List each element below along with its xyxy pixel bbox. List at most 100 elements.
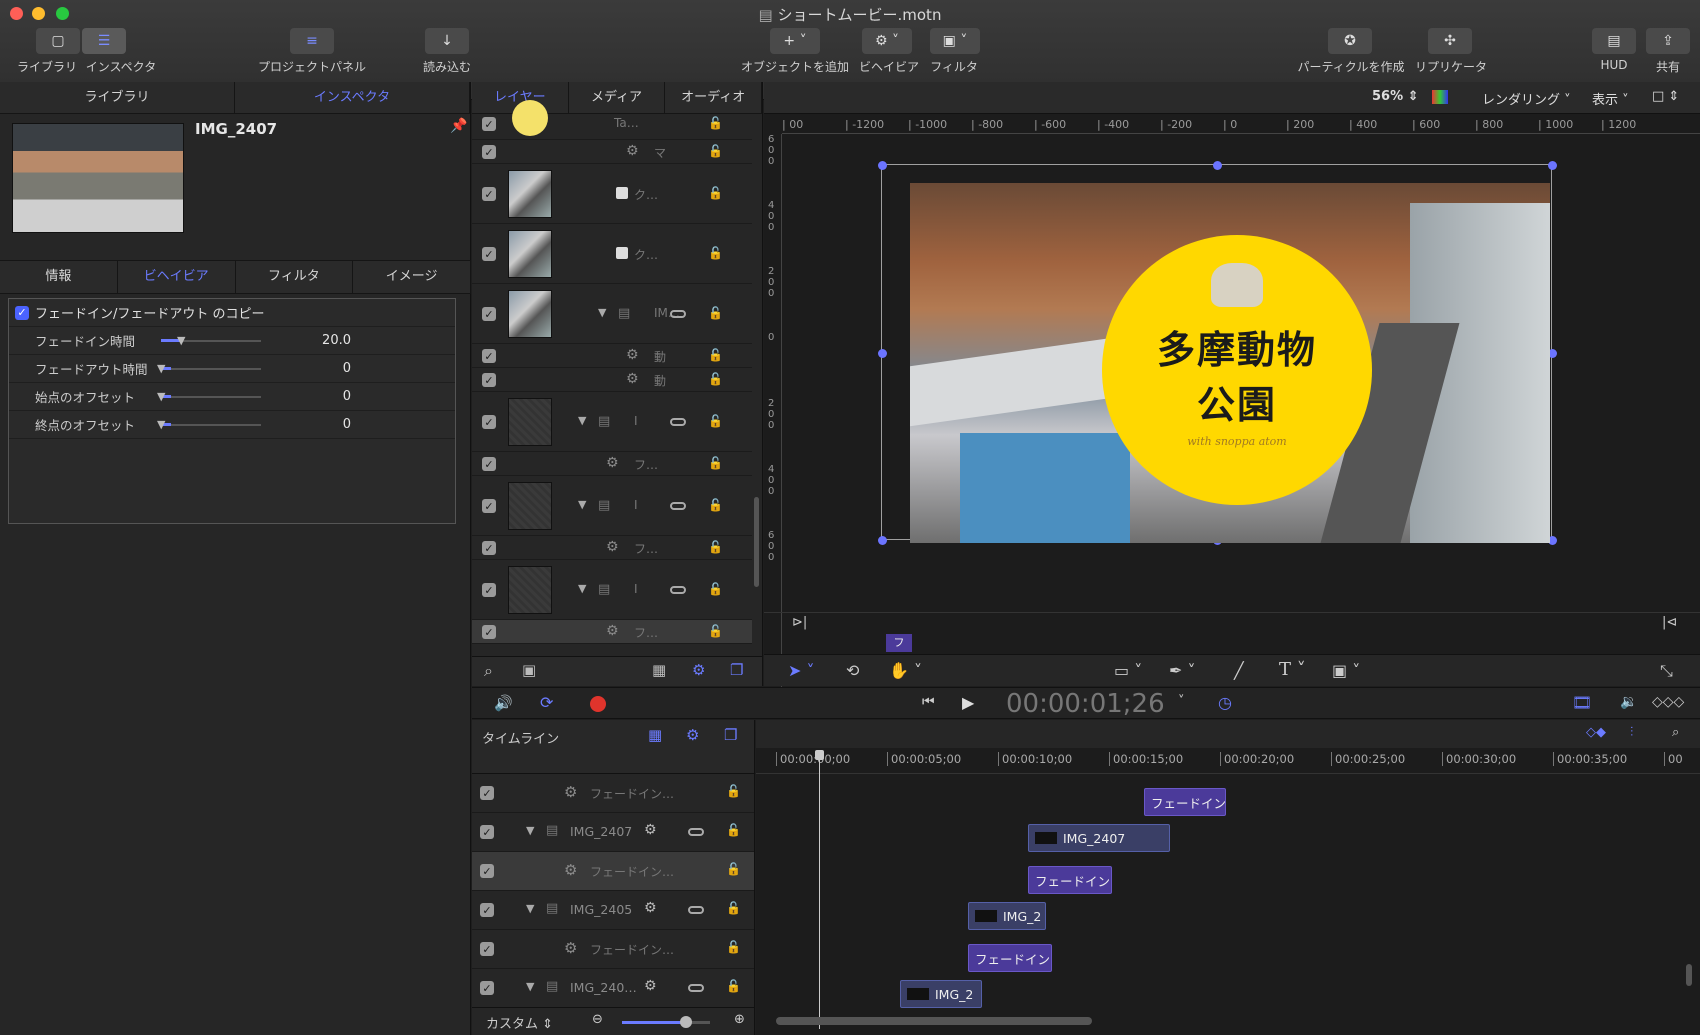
layer-enable-checkbox[interactable]: ✓ <box>480 786 494 800</box>
layer-enable-checkbox[interactable]: ✓ <box>482 625 496 639</box>
layer-row[interactable]: ✓ Ta… 🔓 <box>472 100 752 140</box>
disclosure-triangle-icon[interactable]: ▼ <box>526 902 534 915</box>
param-slider[interactable]: ▼ <box>161 334 261 347</box>
resize-handle[interactable] <box>878 536 887 545</box>
layer-enable-checkbox[interactable]: ✓ <box>482 541 496 555</box>
tab-image[interactable]: イメージ <box>353 261 471 293</box>
lock-icon[interactable]: 🔓 <box>708 498 723 512</box>
timeline-layer-row[interactable]: ✓ ⚙ フェードイン… 🔓 <box>472 930 754 969</box>
layer-enable-checkbox[interactable]: ✓ <box>482 373 496 387</box>
project-panel-button[interactable]: ≡ <box>290 28 334 54</box>
disclosure-triangle-icon[interactable]: ▼ <box>526 824 534 837</box>
link-icon[interactable] <box>688 906 704 914</box>
play-range-start[interactable]: ⊳| <box>792 615 807 630</box>
resize-handle[interactable] <box>1548 161 1557 170</box>
layer-enable-checkbox[interactable]: ✓ <box>482 457 496 471</box>
color-channels-icon[interactable] <box>1432 90 1448 104</box>
play-button[interactable]: ▶ <box>962 693 974 712</box>
lock-icon[interactable]: 🔓 <box>708 246 723 260</box>
volume-icon[interactable]: 🔉 <box>1620 694 1637 710</box>
go-to-start-icon[interactable]: ⏮ <box>922 694 935 710</box>
layer-enable-checkbox[interactable]: ✓ <box>480 903 494 917</box>
timeline-clip[interactable]: IMG_2407 <box>1028 824 1170 852</box>
lock-icon[interactable]: 🔓 <box>726 901 741 915</box>
layer-row[interactable]: ✓ ク… 🔓 <box>472 224 752 284</box>
search-icon[interactable]: ⌕ <box>484 661 493 681</box>
loop-icon[interactable]: ⟳ <box>540 693 553 712</box>
tab-behavior[interactable]: ビヘイビア <box>118 261 236 293</box>
mask-tool-icon[interactable]: ▣ ˅ <box>1332 661 1360 680</box>
layers-scrollbar[interactable] <box>754 497 759 587</box>
link-icon[interactable] <box>670 502 686 510</box>
timeline-layer-row[interactable]: ✓ ▼ ▤ IMG_2405 ⚙ 🔓 <box>472 891 754 930</box>
timecode-dropdown[interactable]: ˅ <box>1178 694 1185 709</box>
layer-enable-checkbox[interactable]: ✓ <box>482 583 496 597</box>
timeline-clip[interactable]: フェードイン <box>1028 866 1112 894</box>
param-value[interactable]: 0 <box>261 417 351 432</box>
gear-icon[interactable]: ⚙ <box>644 900 657 916</box>
timeline-clip[interactable]: IMG_2 <box>968 902 1046 930</box>
resize-handle[interactable] <box>878 349 887 358</box>
layer-enable-checkbox[interactable]: ✓ <box>482 307 496 321</box>
rectangle-tool-icon[interactable]: ▭ ˅ <box>1114 661 1142 680</box>
layer-row[interactable]: ✓ ⚙ フ… 🔓 <box>472 620 752 644</box>
link-icon[interactable] <box>688 828 704 836</box>
layer-row[interactable]: ✓ ク… 🔓 <box>472 164 752 224</box>
layer-enable-checkbox[interactable]: ✓ <box>482 187 496 201</box>
zoom-dropdown[interactable]: 56% ⇕ <box>1372 89 1419 104</box>
layer-row[interactable]: ✓ ⚙ フ… 🔓 <box>472 452 752 476</box>
zoom-preset[interactable]: カスタム ⇕ <box>486 1013 553 1032</box>
gear-icon[interactable]: ⚙ <box>644 978 657 994</box>
checker-icon[interactable]: ▦ <box>648 726 662 744</box>
inspector-button[interactable]: ☰ <box>82 28 126 54</box>
layer-row[interactable]: ✓ ⚙ マ 🔓 <box>472 140 752 164</box>
mini-timeline[interactable]: ⊳| |⊲ <box>764 612 1700 634</box>
behavior-filter-icon[interactable]: ⚙ <box>692 661 705 679</box>
lock-icon[interactable]: 🔓 <box>708 186 723 200</box>
layer-enable-checkbox[interactable]: ✓ <box>480 825 494 839</box>
lock-icon[interactable]: 🔓 <box>726 940 741 954</box>
keyframe-nav-icon[interactable]: ◇◇◇ <box>1652 694 1684 710</box>
layers-stack-icon[interactable]: ❐ <box>730 661 743 679</box>
lock-icon[interactable]: 🔓 <box>708 144 723 158</box>
pen-tool-icon[interactable]: ✒ ˅ <box>1169 661 1196 680</box>
timeline-ruler[interactable]: 00:00:00;00 00:00:05;00 00:00:10;00 00:00:1… <box>756 748 1700 774</box>
hud-button[interactable]: ▤ <box>1592 28 1636 54</box>
playhead-handle[interactable] <box>815 750 824 760</box>
gear-icon[interactable]: ⚙ <box>644 822 657 838</box>
pin-icon[interactable]: 📌 <box>450 118 467 134</box>
layer-enable-checkbox[interactable]: ✓ <box>480 864 494 878</box>
lock-icon[interactable]: 🔓 <box>726 979 741 993</box>
layer-enable-checkbox[interactable]: ✓ <box>482 349 496 363</box>
panel-icon[interactable]: ▣ <box>522 661 536 679</box>
mini-timeline-clip[interactable]: フ <box>886 634 912 652</box>
timeline-layer-row[interactable]: ✓ ⚙ フェードイン… 🔓 <box>472 774 754 813</box>
zoom-in-icon[interactable]: ⊕ <box>734 1012 745 1027</box>
layer-enable-checkbox[interactable]: ✓ <box>482 247 496 261</box>
import-button[interactable]: ↓ <box>425 28 469 54</box>
timer-icon[interactable]: ◷ <box>1218 693 1232 712</box>
rendering-menu[interactable]: レンダリング ˅ <box>1482 89 1571 108</box>
hand-tool-icon[interactable]: ✋ ˅ <box>889 661 922 680</box>
layer-row[interactable]: ✓ ⚙ 動 🔓 <box>472 344 752 368</box>
lock-icon[interactable]: 🔓 <box>708 116 723 130</box>
param-value[interactable]: 20.0 <box>261 333 351 348</box>
gear-icon[interactable]: ⚙ <box>686 726 699 744</box>
layer-row[interactable]: ✓ ▼ ▤ IM… 🔓 <box>472 284 752 344</box>
tab-info[interactable]: 情報 <box>0 261 118 293</box>
timeline-clip[interactable]: IMG_2 <box>900 980 982 1008</box>
resize-handle[interactable] <box>878 161 887 170</box>
lock-icon[interactable]: 🔓 <box>726 823 741 837</box>
share-button[interactable]: ⇪ <box>1646 28 1690 54</box>
layer-row[interactable]: ✓ ▼ ▤ I 🔓 <box>472 392 752 452</box>
paint-tool-icon[interactable]: ╱ <box>1234 661 1244 680</box>
replicator-button[interactable]: ✣ <box>1428 28 1472 54</box>
timeline-horizontal-scrollbar[interactable] <box>776 1017 1092 1025</box>
param-slider[interactable]: ▼ <box>157 390 261 403</box>
fullscreen-icon[interactable]: ⤡ <box>1660 661 1673 681</box>
record-button[interactable] <box>590 696 606 712</box>
disclosure-triangle-icon[interactable]: ▼ <box>526 980 534 993</box>
layer-row[interactable]: ✓ ▼ ▤ I 🔓 <box>472 560 752 620</box>
filter-button[interactable]: ▣ ˅ <box>930 28 980 54</box>
zoom-out-icon[interactable]: ⊖ <box>592 1012 603 1027</box>
